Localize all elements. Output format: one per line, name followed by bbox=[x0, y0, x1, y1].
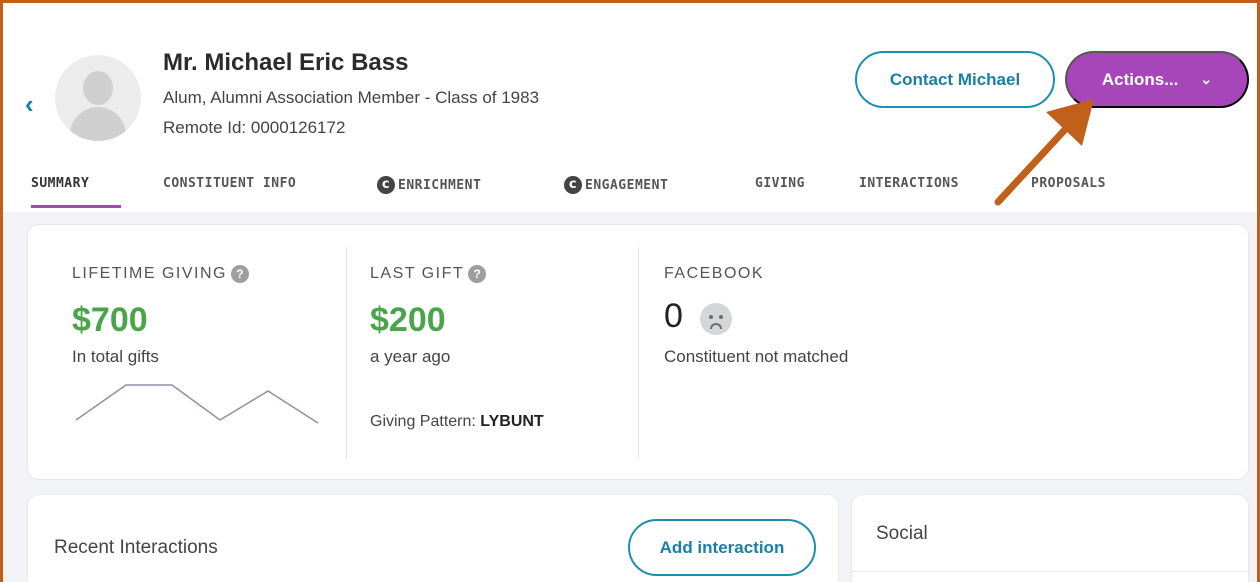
summary-content: LIFETIME GIVING ? $700 In total gifts LA… bbox=[3, 212, 1257, 582]
sad-face-icon bbox=[700, 303, 732, 335]
tab-giving[interactable]: GIVING bbox=[755, 176, 805, 191]
avatar bbox=[55, 55, 141, 141]
sad-face-eye bbox=[709, 315, 713, 319]
tab-summary[interactable]: SUMMARY bbox=[31, 176, 89, 191]
tab-label: ENRICHMENT bbox=[398, 177, 482, 193]
help-icon[interactable]: ? bbox=[230, 265, 249, 283]
c-circle-icon: c bbox=[564, 176, 582, 194]
back-chevron-icon[interactable]: ‹ bbox=[25, 91, 43, 117]
contact-button[interactable]: Contact Michael bbox=[855, 51, 1055, 108]
actions-button[interactable]: Actions... ⌄ bbox=[1065, 51, 1249, 108]
sad-face-eye bbox=[719, 315, 723, 319]
facebook-count: 0 bbox=[664, 297, 683, 335]
giving-stats-card: LIFETIME GIVING ? $700 In total gifts LA… bbox=[27, 224, 1249, 480]
giving-pattern-label: Giving Pattern: bbox=[370, 413, 476, 430]
sad-face-mouth bbox=[710, 323, 722, 329]
tab-label: PROPOSALS bbox=[1031, 176, 1106, 191]
avatar-body bbox=[70, 107, 126, 141]
column-divider bbox=[346, 247, 347, 459]
tab-label: SUMMARY bbox=[31, 176, 90, 191]
active-tab-underline bbox=[31, 205, 121, 208]
last-gift-label-text: LAST GIFT bbox=[370, 265, 465, 282]
lifetime-giving-caption: In total gifts bbox=[72, 347, 159, 366]
facebook-label: FACEBOOK bbox=[664, 265, 765, 282]
tab-bar: SUMMARY CONSTITUENT INFO c ENRICHMENT c … bbox=[3, 165, 1257, 209]
tab-interactions[interactable]: INTERACTIONS bbox=[859, 176, 959, 191]
chevron-down-icon: ⌄ bbox=[1200, 71, 1213, 87]
tab-enrichment[interactable]: c ENRICHMENT bbox=[377, 176, 481, 194]
tab-engagement[interactable]: c ENGAGEMENT bbox=[564, 176, 668, 194]
giving-pattern: Giving Pattern: LYBUNT bbox=[370, 413, 544, 431]
tab-label: ENGAGEMENT bbox=[585, 177, 669, 193]
tab-label: INTERACTIONS bbox=[859, 176, 959, 191]
last-gift-label: LAST GIFT ? bbox=[370, 265, 487, 283]
giving-pattern-value: LYBUNT bbox=[480, 413, 544, 430]
giving-sparkline bbox=[75, 384, 319, 424]
remote-id: Remote Id: 0000126172 bbox=[163, 118, 346, 137]
help-icon[interactable]: ? bbox=[468, 265, 487, 283]
last-gift-caption: a year ago bbox=[370, 347, 451, 366]
c-circle-icon: c bbox=[377, 176, 395, 194]
actions-label: Actions... bbox=[1101, 69, 1179, 89]
avatar-head bbox=[83, 71, 113, 105]
recent-interactions-title: Recent Interactions bbox=[54, 537, 218, 558]
tab-label: CONSTITUENT INFO bbox=[163, 176, 297, 191]
lifetime-giving-value: $700 bbox=[72, 301, 148, 339]
column-divider bbox=[638, 247, 639, 459]
top-strip bbox=[3, 3, 1257, 17]
constituent-name: Mr. Michael Eric Bass bbox=[163, 49, 409, 76]
constituent-subtitle: Alum, Alumni Association Member - Class … bbox=[163, 88, 540, 107]
tab-constituent-info[interactable]: CONSTITUENT INFO bbox=[163, 176, 296, 191]
tab-proposals[interactable]: PROPOSALS bbox=[1031, 176, 1106, 191]
last-gift-value: $200 bbox=[370, 301, 446, 339]
facebook-caption: Constituent not matched bbox=[664, 347, 849, 366]
lifetime-giving-label: LIFETIME GIVING ? bbox=[72, 265, 249, 283]
sparkline-path bbox=[75, 384, 319, 424]
social-divider bbox=[852, 571, 1250, 572]
add-interaction-button[interactable]: Add interaction bbox=[628, 519, 816, 576]
lifetime-giving-label-text: LIFETIME GIVING bbox=[72, 265, 227, 282]
social-card: Social bbox=[851, 494, 1250, 582]
tab-label: GIVING bbox=[755, 176, 805, 191]
recent-interactions-card: Recent Interactions Add interaction bbox=[27, 494, 839, 582]
social-title: Social bbox=[876, 523, 928, 544]
